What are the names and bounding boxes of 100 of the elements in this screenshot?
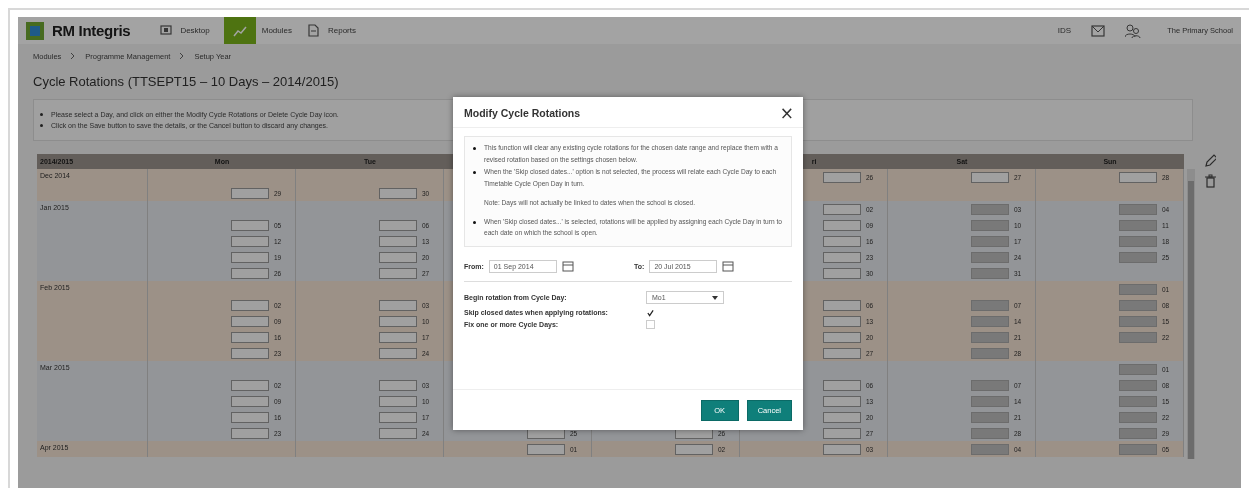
day-input[interactable] bbox=[231, 411, 269, 423]
day-input[interactable] bbox=[823, 299, 861, 311]
day-input[interactable] bbox=[1119, 443, 1157, 455]
day-input[interactable] bbox=[1119, 299, 1157, 311]
day-input[interactable] bbox=[379, 235, 417, 247]
day-input[interactable] bbox=[1119, 395, 1157, 407]
page-title: Cycle Rotations (TTSEPT15 – 10 Days – 2014/2015) bbox=[33, 74, 340, 89]
day-input[interactable] bbox=[971, 315, 1009, 327]
nav-link[interactable]: Reports bbox=[328, 26, 356, 35]
chevron-icon bbox=[70, 52, 77, 60]
day-input[interactable] bbox=[823, 315, 861, 327]
day-input[interactable] bbox=[379, 315, 417, 327]
day-input[interactable] bbox=[823, 203, 861, 215]
day-input[interactable] bbox=[823, 171, 861, 183]
day-input[interactable] bbox=[231, 395, 269, 407]
day-input[interactable] bbox=[379, 331, 417, 343]
day-input[interactable] bbox=[1119, 283, 1157, 295]
day-input[interactable] bbox=[971, 331, 1009, 343]
calendar-icon[interactable] bbox=[722, 260, 735, 272]
close-button[interactable]: × bbox=[779, 105, 794, 121]
day-input[interactable] bbox=[675, 443, 713, 455]
day-input[interactable] bbox=[231, 187, 269, 199]
envelope-icon[interactable] bbox=[1091, 24, 1106, 37]
day-input[interactable] bbox=[1119, 235, 1157, 247]
day-input[interactable] bbox=[823, 427, 861, 439]
day-input[interactable] bbox=[971, 235, 1009, 247]
user-code[interactable]: IDS bbox=[1057, 26, 1072, 35]
day-input[interactable] bbox=[971, 347, 1009, 359]
day-input[interactable] bbox=[231, 219, 269, 231]
day-input[interactable] bbox=[379, 299, 417, 311]
day-input[interactable] bbox=[1119, 331, 1157, 343]
day-input[interactable] bbox=[1119, 379, 1157, 391]
day-input[interactable] bbox=[971, 395, 1009, 407]
bullet-icon bbox=[473, 171, 476, 174]
document-icon[interactable] bbox=[307, 23, 321, 38]
day-input[interactable] bbox=[971, 443, 1009, 455]
day-input[interactable] bbox=[823, 219, 861, 231]
day-input[interactable] bbox=[823, 235, 861, 247]
bullet-icon bbox=[473, 147, 476, 150]
day-input[interactable] bbox=[971, 171, 1009, 183]
day-input[interactable] bbox=[379, 267, 417, 279]
day-input[interactable] bbox=[379, 411, 417, 423]
day-input[interactable] bbox=[823, 443, 861, 455]
day-input[interactable] bbox=[971, 299, 1009, 311]
bullet-icon bbox=[473, 220, 476, 224]
day-input[interactable] bbox=[1119, 203, 1157, 215]
desktop-icon[interactable] bbox=[159, 23, 173, 38]
day-input[interactable] bbox=[379, 347, 417, 359]
day-input[interactable] bbox=[527, 443, 565, 455]
day-input[interactable] bbox=[379, 427, 417, 439]
day-input[interactable] bbox=[231, 299, 269, 311]
day-input[interactable] bbox=[231, 347, 269, 359]
day-input[interactable] bbox=[971, 379, 1009, 391]
users-icon[interactable] bbox=[1125, 23, 1142, 38]
nav-link[interactable]: Modules bbox=[261, 26, 292, 35]
bullet-icon bbox=[40, 124, 43, 127]
day-input[interactable] bbox=[823, 331, 861, 343]
day-input[interactable] bbox=[1119, 363, 1157, 375]
day-input[interactable] bbox=[971, 427, 1009, 439]
day-input[interactable] bbox=[1119, 315, 1157, 327]
day-input[interactable] bbox=[971, 219, 1009, 231]
day-input[interactable] bbox=[971, 267, 1009, 279]
trash-icon[interactable] bbox=[1204, 174, 1216, 188]
day-input[interactable] bbox=[1119, 171, 1157, 183]
logo-icon bbox=[26, 21, 44, 40]
pencil-icon[interactable] bbox=[1204, 154, 1216, 168]
day-input[interactable] bbox=[1119, 427, 1157, 439]
calendar-icon[interactable] bbox=[561, 260, 574, 272]
checkbox[interactable] bbox=[646, 308, 655, 317]
day-input[interactable] bbox=[823, 411, 861, 423]
day-input[interactable] bbox=[231, 251, 269, 263]
caret-icon bbox=[712, 295, 718, 300]
day-input[interactable] bbox=[231, 331, 269, 343]
scrollbar[interactable] bbox=[1187, 169, 1195, 459]
day-input[interactable] bbox=[1119, 411, 1157, 423]
day-input[interactable] bbox=[379, 219, 417, 231]
nav-link[interactable]: Desktop bbox=[180, 26, 210, 35]
day-input[interactable] bbox=[971, 251, 1009, 263]
day-input[interactable] bbox=[1119, 219, 1157, 231]
day-input[interactable] bbox=[231, 379, 269, 391]
nav-tile[interactable] bbox=[223, 17, 256, 44]
day-input[interactable] bbox=[823, 267, 861, 279]
day-input[interactable] bbox=[823, 347, 861, 359]
day-input[interactable] bbox=[971, 411, 1009, 423]
app-name: RM Integris bbox=[52, 22, 131, 39]
bullet-icon bbox=[40, 113, 43, 116]
day-input[interactable] bbox=[231, 315, 269, 327]
day-input[interactable] bbox=[231, 427, 269, 439]
day-input[interactable] bbox=[379, 379, 417, 391]
day-input[interactable] bbox=[971, 203, 1009, 215]
day-input[interactable] bbox=[231, 267, 269, 279]
day-input[interactable] bbox=[823, 379, 861, 391]
chevron-icon bbox=[179, 52, 186, 60]
day-input[interactable] bbox=[823, 251, 861, 263]
day-input[interactable] bbox=[379, 187, 417, 199]
day-input[interactable] bbox=[379, 395, 417, 407]
day-input[interactable] bbox=[1119, 251, 1157, 263]
day-input[interactable] bbox=[231, 235, 269, 247]
day-input[interactable] bbox=[379, 251, 417, 263]
day-input[interactable] bbox=[823, 395, 861, 407]
